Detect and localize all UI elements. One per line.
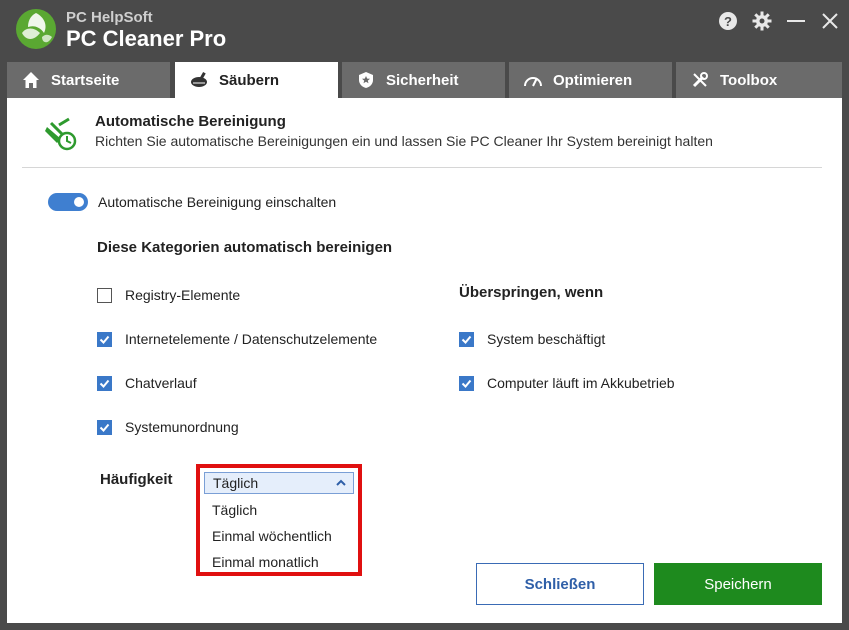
check-icon [99, 379, 110, 388]
tab-label: Startseite [51, 71, 120, 89]
option-monthly[interactable]: Einmal monatlich [212, 554, 319, 570]
tab-sicherheit[interactable]: Sicherheit [342, 62, 505, 98]
toggle-knob [74, 197, 84, 207]
checkbox-system-clutter[interactable]: Systemunordnung [97, 419, 239, 435]
auto-clean-toggle[interactable] [48, 193, 88, 211]
title-bar: PC HelpSoft PC Cleaner Pro ? [0, 0, 849, 58]
tab-label: Toolbox [720, 71, 778, 89]
tab-label: Optimieren [553, 71, 633, 89]
checkbox-box[interactable] [459, 331, 474, 347]
checkbox-system-busy[interactable]: System beschäftigt [459, 331, 605, 347]
app-logo-icon [16, 9, 56, 49]
broom-icon [189, 70, 209, 90]
checkbox-internet[interactable]: Internetelemente / Datenschutzelemente [97, 331, 377, 347]
checkbox-label: Computer läuft im Akkubetrieb [487, 375, 675, 391]
tab-optimieren[interactable]: Optimieren [509, 62, 672, 98]
checkbox-chat[interactable]: Chatverlauf [97, 375, 197, 391]
save-button[interactable]: Speichern [654, 563, 822, 605]
auto-clean-icon [45, 117, 77, 151]
check-icon [99, 335, 110, 344]
brand-company: PC HelpSoft [66, 9, 153, 26]
tab-saeubern[interactable]: Säubern [175, 62, 338, 98]
checkbox-box[interactable] [97, 375, 112, 391]
gauge-icon [523, 70, 543, 90]
tab-toolbox[interactable]: Toolbox [676, 62, 842, 98]
check-icon [99, 423, 110, 432]
checkbox-label: Systemunordnung [125, 419, 239, 435]
close-icon[interactable] [819, 10, 841, 32]
svg-text:?: ? [724, 14, 732, 29]
page-title: Automatische Bereinigung [95, 113, 286, 130]
checkbox-label: Internetelemente / Datenschutzelemente [125, 331, 378, 347]
frequency-select[interactable]: Täglich [204, 472, 354, 494]
check-icon [461, 379, 472, 388]
checkbox-box[interactable] [459, 375, 474, 391]
checkbox-box[interactable] [97, 419, 112, 435]
checkbox-label: Chatverlauf [125, 375, 197, 391]
minimize-icon[interactable] [785, 10, 807, 32]
main-tabs: Startseite Säubern Sicherheit Optimieren… [7, 62, 842, 98]
gear-icon[interactable] [751, 10, 773, 32]
content-panel: Automatische Bereinigung Richten Sie aut… [7, 98, 842, 623]
frequency-label: Häufigkeit [100, 471, 173, 488]
page-subtitle: Richten Sie automatische Bereinigungen e… [95, 133, 713, 149]
skip-title: Überspringen, wenn [459, 284, 604, 301]
app-title: PC Cleaner Pro [66, 26, 227, 51]
tab-startseite[interactable]: Startseite [7, 62, 170, 98]
tab-label: Säubern [219, 71, 280, 89]
check-icon [461, 335, 472, 344]
selected-value: Täglich [213, 475, 259, 491]
frequency-dropdown: Täglich Täglich Einmal wöchentlich Einma… [196, 464, 362, 576]
home-icon [21, 70, 41, 90]
help-icon[interactable]: ? [717, 10, 739, 32]
chevron-up-icon [336, 479, 346, 486]
checkbox-box[interactable] [97, 331, 112, 347]
app-window: PC HelpSoft PC Cleaner Pro ? Startseite … [0, 0, 849, 630]
tab-label: Sicherheit [386, 71, 459, 89]
shield-icon [356, 70, 376, 90]
checkbox-box[interactable] [97, 287, 112, 303]
checkbox-battery[interactable]: Computer läuft im Akkubetrieb [459, 375, 675, 391]
option-weekly[interactable]: Einmal wöchentlich [212, 528, 332, 544]
checkbox-registry[interactable]: Registry-Elemente [97, 287, 240, 303]
close-button[interactable]: Schließen [476, 563, 644, 605]
categories-title: Diese Kategorien automatisch bereinigen [97, 239, 393, 256]
tools-icon [690, 70, 710, 90]
checkbox-label: Registry-Elemente [125, 287, 241, 303]
option-daily[interactable]: Täglich [212, 502, 257, 518]
checkbox-label: System beschäftigt [487, 331, 606, 347]
header-divider [22, 167, 822, 168]
toggle-label: Automatische Bereinigung einschalten [98, 194, 337, 210]
